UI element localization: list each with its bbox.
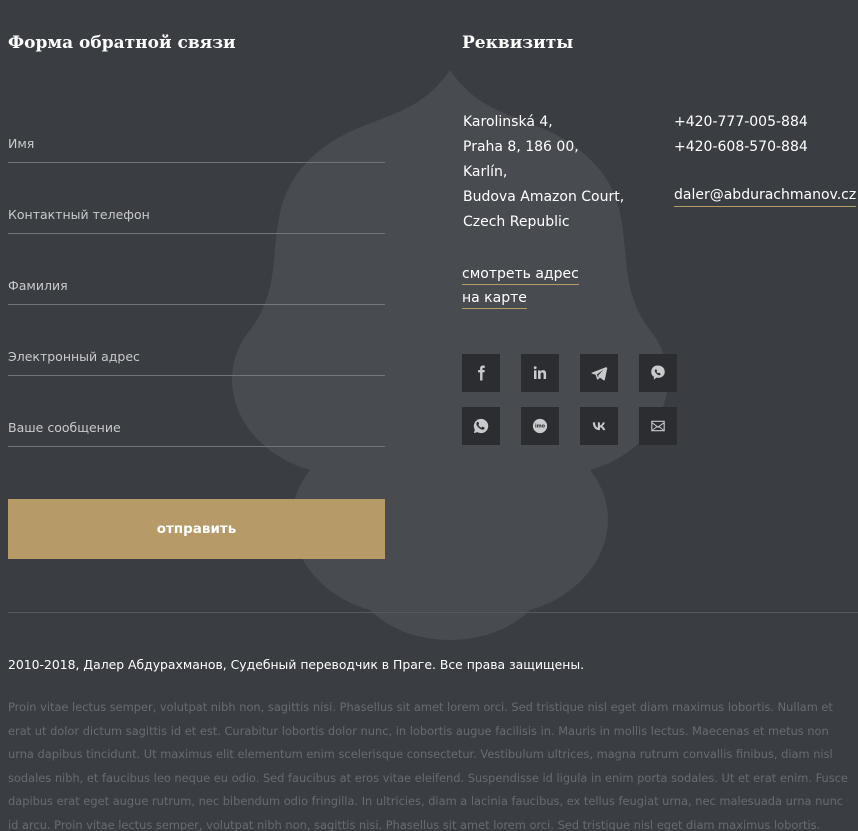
email-field[interactable]	[8, 337, 385, 376]
address-line: Praha 8, 186 00,	[463, 139, 579, 155]
svg-text:imo: imo	[535, 424, 546, 430]
vk-icon	[592, 422, 606, 431]
map-link-line1[interactable]: смотреть адрес	[462, 264, 579, 285]
submit-button[interactable]: отправить	[8, 499, 385, 559]
email-link[interactable]: daler@abdurachmanov.cz	[674, 185, 857, 207]
name-input[interactable]	[8, 124, 385, 162]
viber-icon	[651, 365, 665, 380]
imo-button[interactable]: imo	[521, 407, 559, 445]
facebook-icon	[478, 365, 485, 381]
imo-icon: imo	[532, 418, 548, 434]
linkedin-button[interactable]	[521, 354, 559, 392]
phones-block: +420-777-005-884 +420-608-570-884	[674, 110, 808, 160]
address-line: Karlín,	[463, 164, 508, 180]
phone-number[interactable]: +420-777-005-884	[674, 110, 808, 135]
feedback-form-title: Форма обратной связи	[8, 33, 236, 53]
surname-field[interactable]	[8, 266, 385, 305]
whatsapp-icon	[473, 418, 489, 434]
viber-button[interactable]	[639, 354, 677, 392]
surname-input[interactable]	[8, 266, 385, 304]
address-line: Czech Republic	[463, 214, 570, 230]
address-block: Karolinská 4, Praha 8, 186 00, Karlín, B…	[463, 110, 624, 235]
address-line: Karolinská 4,	[463, 114, 553, 130]
phone-field[interactable]	[8, 195, 385, 234]
footer-lorem-text: Proin vitae lectus semper, volutpat nibh…	[8, 700, 848, 831]
map-link-block: смотреть адрес на карте	[462, 262, 579, 310]
telegram-icon	[591, 367, 608, 381]
mail-icon	[651, 420, 665, 432]
facebook-button[interactable]	[462, 354, 500, 392]
copyright-text: 2010-2018, Далер Абдурахманов, Судебный …	[8, 657, 585, 672]
whatsapp-button[interactable]	[462, 407, 500, 445]
name-field[interactable]	[8, 124, 385, 163]
footer-divider	[8, 612, 858, 613]
telegram-button[interactable]	[580, 354, 618, 392]
phone-input[interactable]	[8, 195, 385, 233]
message-input[interactable]	[8, 408, 385, 446]
linkedin-icon	[533, 366, 547, 379]
message-field[interactable]	[8, 408, 385, 447]
phone-number[interactable]: +420-608-570-884	[674, 135, 808, 160]
address-line: Budova Amazon Court,	[463, 189, 625, 205]
map-link-line2[interactable]: на карте	[462, 288, 527, 309]
mail-button[interactable]	[639, 407, 677, 445]
vk-button[interactable]	[580, 407, 618, 445]
requisites-title: Реквизиты	[462, 33, 574, 53]
email-input[interactable]	[8, 337, 385, 375]
